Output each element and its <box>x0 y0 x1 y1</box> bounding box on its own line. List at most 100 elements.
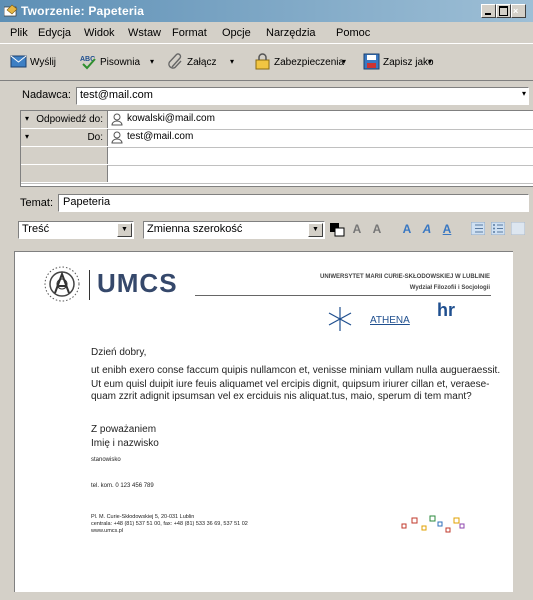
italic-icon: A <box>422 222 432 236</box>
decorative-squares-graphic <box>401 515 465 533</box>
signature-position: stanowisko <box>91 457 121 463</box>
paragraph-style-select[interactable]: Treść ▼ <box>18 221 134 239</box>
compose-icon <box>4 4 18 17</box>
hr-logo: hr <box>437 300 455 320</box>
bold-button[interactable]: A <box>399 222 415 237</box>
close-button[interactable]: × <box>511 4 526 18</box>
menu-plik[interactable]: Plik <box>10 27 28 39</box>
paragraph-2-line-2: quam zzrit adignit ipsumsan vel ex ercid… <box>91 391 472 402</box>
text-color-button[interactable] <box>329 222 345 237</box>
send-button[interactable]: Wyślij <box>10 53 66 71</box>
recipients-table: ▾ Odpowiedź do: kowalski@mail.com ▾ Do: … <box>20 110 533 187</box>
font-smaller-icon: A <box>352 222 362 236</box>
save-icon <box>363 53 380 70</box>
recipient-address[interactable]: test@mail.com <box>127 131 193 142</box>
menu-narzedzia[interactable]: Narzędzia <box>266 27 316 39</box>
umcs-emblem-logo <box>44 266 80 302</box>
security-lock-icon <box>255 53 270 70</box>
send-icon <box>10 55 27 68</box>
address-line-1: Pl. M. Curie-Skłodowskiej 5, 20-031 Lubl… <box>91 514 195 520</box>
paragraph-style-dropdown-icon[interactable]: ▼ <box>117 223 132 237</box>
recipient-type-select[interactable]: ▾ Odpowiedź do: <box>21 111 108 128</box>
attach-dropdown-icon[interactable]: ▾ <box>230 57 234 66</box>
logo-divider <box>89 270 90 300</box>
signature-name: Imię i nazwisko <box>91 438 159 449</box>
sender-label: Nadawca: <box>22 89 71 101</box>
increase-font-button[interactable]: A <box>369 222 385 237</box>
toolbar: Wyślij ABC Pisownia ▾ Załącz ▾ Zabezpiec… <box>0 43 533 81</box>
subject-value: Papeteria <box>63 196 111 208</box>
spelling-button[interactable]: ABC Pisownia ▾ <box>80 53 160 71</box>
paperclip-icon <box>168 53 182 69</box>
recipient-row[interactable]: ▾ Do: test@mail.com <box>21 129 533 148</box>
athena-logo-text: ATHENA <box>370 315 410 326</box>
greeting-text: Dzień dobry, <box>91 347 147 358</box>
underline-button[interactable]: A <box>439 222 455 237</box>
save-as-dropdown-icon[interactable]: ▾ <box>428 57 432 66</box>
spelling-dropdown-icon[interactable]: ▾ <box>150 57 154 66</box>
maximize-button[interactable] <box>496 4 511 18</box>
recipient-type-label: Odpowiedź do: <box>36 114 103 125</box>
recipient-type-dropdown-icon: ▾ <box>25 132 30 141</box>
underline-icon: A <box>442 222 452 236</box>
bold-icon: A <box>402 222 412 236</box>
regards-text: Z poważaniem <box>91 424 157 435</box>
header-rule <box>195 295 491 296</box>
recipient-row[interactable]: ▾ Odpowiedź do: kowalski@mail.com <box>21 111 533 130</box>
italic-button[interactable]: A <box>419 222 435 237</box>
save-as-button[interactable]: Zapisz jako ▾ <box>363 53 443 71</box>
subject-row: Temat: Papeteria <box>0 193 533 213</box>
sender-value: test@mail.com <box>80 89 153 101</box>
athena-star-logo <box>328 307 352 331</box>
recipient-type-label: Do: <box>87 132 103 143</box>
indent-button[interactable] <box>510 221 526 237</box>
address-line-2: centrala: +48 (81) 537 51 00, fax: +48 (… <box>91 521 248 527</box>
phone-number: tel. kom. 0 123 456 789 <box>91 483 154 489</box>
recipient-type-empty[interactable] <box>21 165 108 182</box>
spell-check-icon: ABC <box>80 56 96 70</box>
text-color-icon <box>330 223 345 237</box>
title-bar: Tworzenie: Papeteria × <box>0 0 533 22</box>
status-bar <box>0 592 533 600</box>
umcs-logo-text: UMCS <box>97 268 178 298</box>
format-toolbar: Treść ▼ Zmienna szerokość ▼ A A A A A <box>0 219 533 241</box>
menu-pomoc[interactable]: Pomoc <box>336 27 370 39</box>
recipient-row-empty[interactable] <box>21 165 533 184</box>
font-larger-icon: A <box>372 222 382 236</box>
bullet-list-button[interactable] <box>490 221 506 237</box>
subject-input[interactable]: Papeteria <box>58 194 529 212</box>
font-select[interactable]: Zmienna szerokość ▼ <box>143 221 325 239</box>
recipient-type-dropdown-icon: ▾ <box>25 114 30 123</box>
numbered-list-button[interactable] <box>470 221 486 237</box>
menu-widok[interactable]: Widok <box>84 27 115 39</box>
minimize-button[interactable] <box>481 4 496 18</box>
vertical-scrollbar[interactable] <box>513 251 533 592</box>
numbered-list-icon <box>470 221 486 236</box>
recipient-type-select[interactable]: ▾ Do: <box>21 129 108 146</box>
message-body-editor[interactable]: UMCS UNIWERSYTET MARII CURIE-SKŁODOWSKIE… <box>14 251 515 593</box>
recipient-row-empty[interactable] <box>21 147 533 166</box>
faculty-name: Wydział Filozofii i Socjologii <box>409 285 490 291</box>
contact-icon <box>111 113 123 126</box>
font-dropdown-icon[interactable]: ▼ <box>308 223 323 237</box>
menu-edycja[interactable]: Edycja <box>38 27 71 39</box>
security-dropdown-icon[interactable]: ▾ <box>342 57 346 66</box>
decrease-font-button[interactable]: A <box>349 222 365 237</box>
attach-button[interactable]: Załącz ▾ <box>167 53 241 71</box>
menu-format[interactable]: Format <box>172 27 207 39</box>
sender-row: Nadawca: test@mail.com ▾ <box>0 86 533 106</box>
recipient-type-empty[interactable] <box>21 147 108 164</box>
security-button[interactable]: Zabezpieczenia ▾ <box>254 53 354 71</box>
sender-dropdown-icon[interactable]: ▾ <box>522 89 526 98</box>
sender-select[interactable]: test@mail.com ▾ <box>76 87 529 105</box>
recipient-address[interactable]: kowalski@mail.com <box>127 113 215 124</box>
indent-icon <box>510 221 526 236</box>
paragraph-1: ut enibh exero conse faccum quipis nulla… <box>91 365 501 376</box>
menu-wstaw[interactable]: Wstaw <box>128 27 161 39</box>
contact-icon <box>111 131 123 144</box>
menu-bar: Plik Edycja Widok Wstaw Format Opcje Nar… <box>0 22 533 42</box>
subject-label: Temat: <box>20 197 54 209</box>
menu-opcje[interactable]: Opcje <box>222 27 251 39</box>
bullet-list-icon <box>490 221 506 236</box>
window-title: Tworzenie: Papeteria <box>21 4 145 18</box>
